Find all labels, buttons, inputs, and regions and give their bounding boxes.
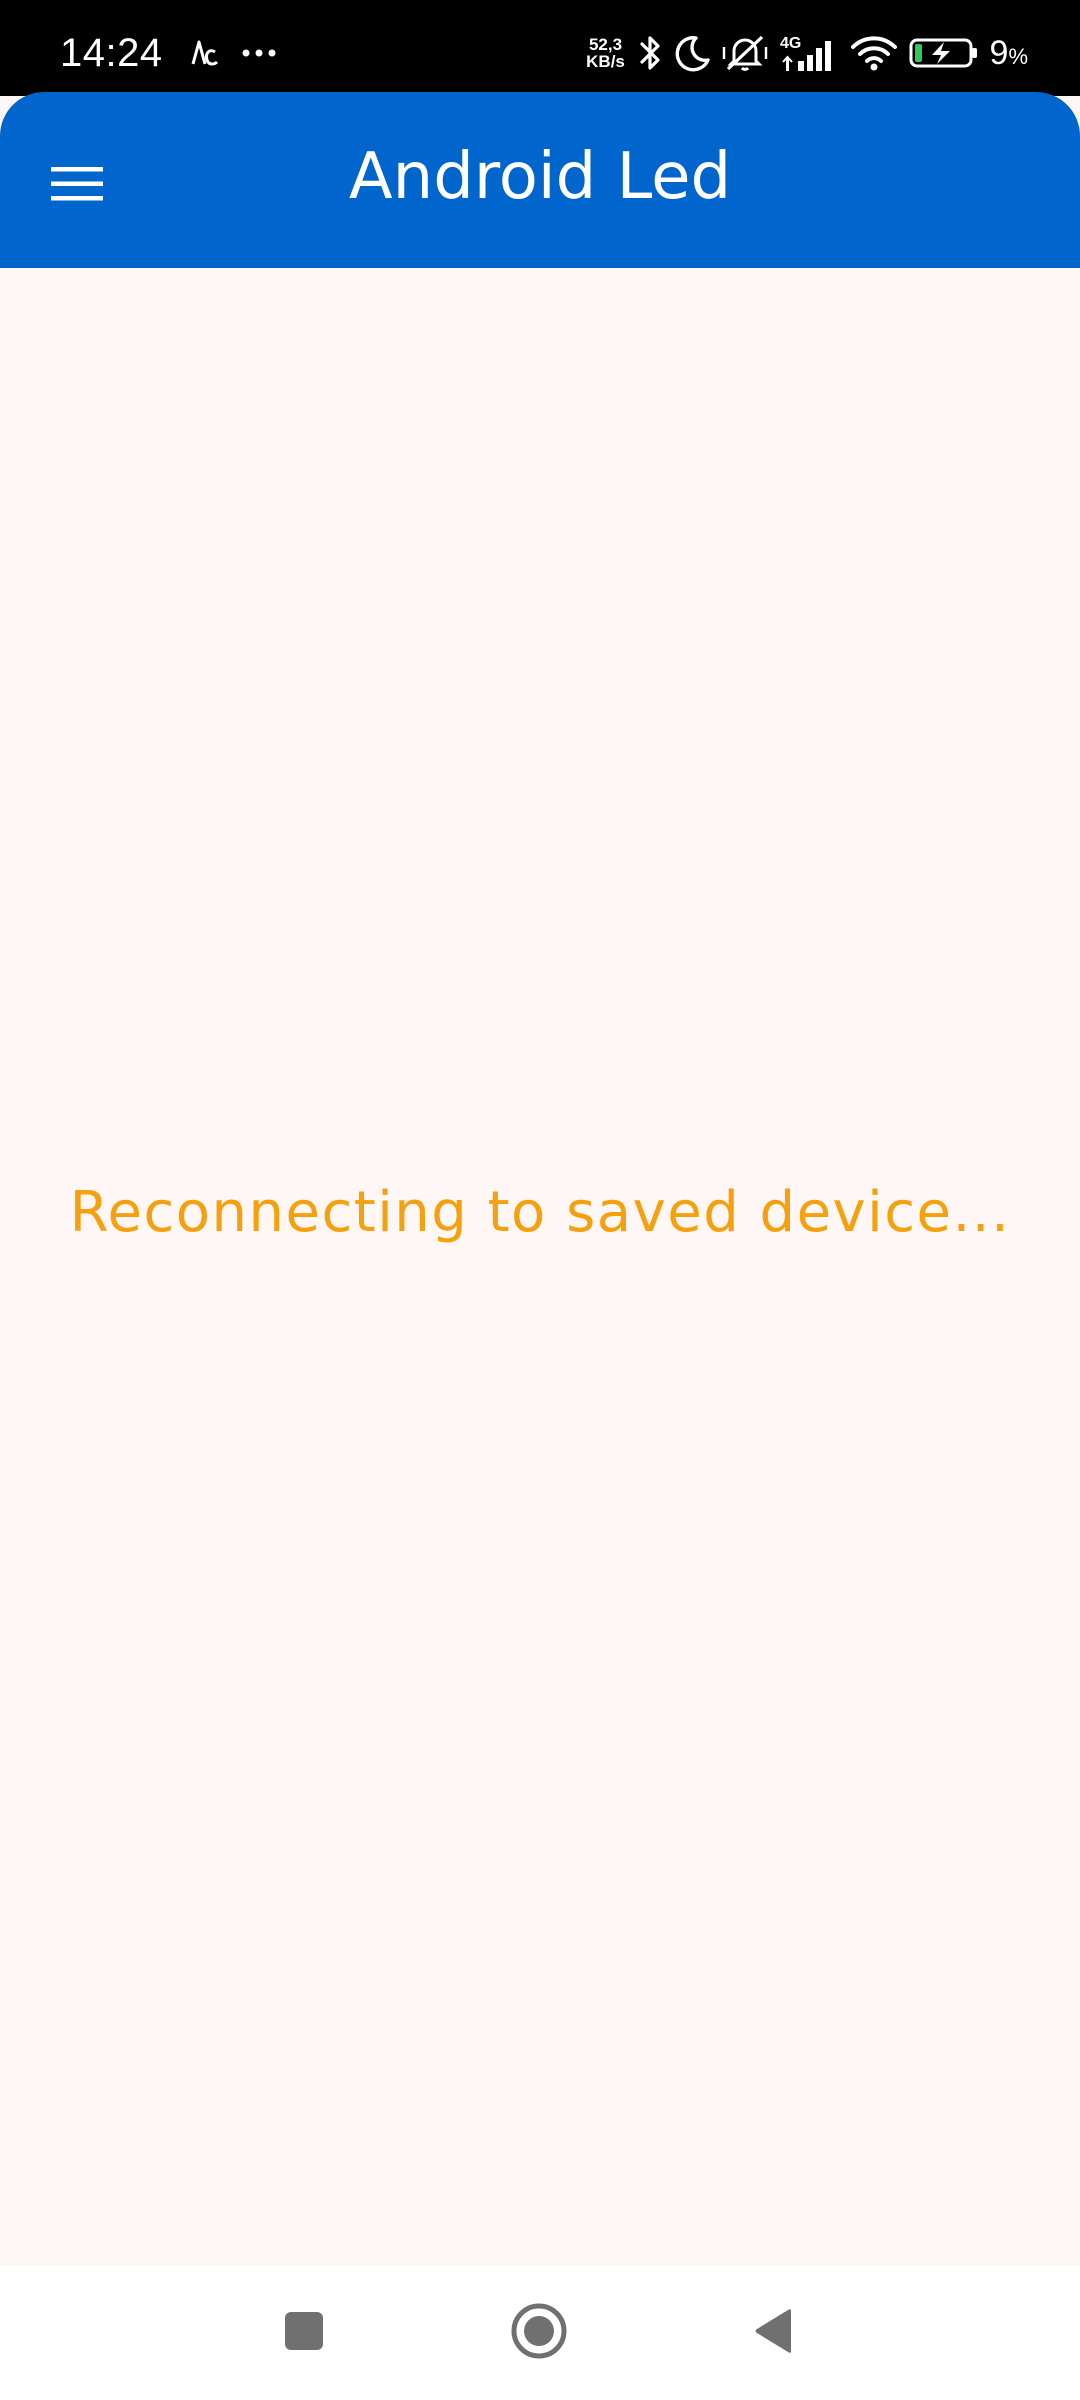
network-speed: 52,3 KB/s: [584, 36, 628, 70]
cellular-signal-icon: 4G: [778, 33, 840, 73]
main-content: Reconnecting to saved device...: [0, 268, 1080, 2266]
network-speed-unit: KB/s: [586, 52, 625, 71]
status-time: 14:24: [60, 30, 163, 75]
navigation-menu-button[interactable]: [30, 142, 124, 226]
app-title: Android Led: [348, 140, 732, 214]
square-icon: [285, 2312, 323, 2350]
sign-language-icon: [185, 36, 219, 70]
status-bar-right: 52,3 KB/s 4G 9 %: [584, 28, 1028, 78]
app-bar: Android Led: [0, 92, 1080, 268]
battery-level: 9: [989, 33, 1009, 72]
battery-charging-icon: [908, 33, 980, 73]
more-notifications-icon: [241, 47, 277, 59]
status-bar-left: 14:24: [60, 28, 277, 78]
battery-percent-sign: %: [1008, 43, 1028, 69]
system-navigation-bar: [0, 2266, 1080, 2400]
home-button[interactable]: [504, 2296, 574, 2366]
silent-mode-icon: [722, 33, 768, 73]
back-button[interactable]: [738, 2296, 808, 2366]
recents-button[interactable]: [269, 2296, 339, 2366]
bluetooth-icon: [638, 33, 664, 73]
wifi-icon: [850, 33, 898, 73]
hamburger-menu-icon: [51, 167, 103, 201]
status-bar: 14:24 52,3 KB/s 4G 9 %: [0, 0, 1080, 96]
battery-percentage: 9%: [990, 34, 1028, 73]
do-not-disturb-moon-icon: [674, 33, 712, 73]
network-type-label: 4G: [780, 35, 801, 52]
network-speed-value: 52,3: [588, 35, 623, 54]
circle-icon: [511, 2303, 567, 2359]
triangle-back-icon: [755, 2309, 791, 2353]
connection-status-message: Reconnecting to saved device...: [69, 1180, 1011, 1245]
